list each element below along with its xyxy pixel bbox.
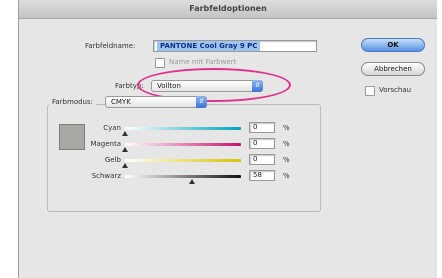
cyan-value-input[interactable]: 0 [249,122,275,133]
magenta-percent-unit: % [283,140,290,148]
black-percent-unit: % [283,172,290,180]
swatch-name-input[interactable]: PANTONE Cool Gray 9 PC [153,40,317,52]
color-mode-value: CMYK [111,98,131,106]
cyan-percent-unit: % [283,124,290,132]
magenta-slider-track[interactable] [125,143,241,146]
color-mode-label: Farbmodus: [49,98,96,106]
preview-checkbox[interactable] [365,86,375,96]
magenta-value-input[interactable]: 0 [249,138,275,149]
cyan-slider-knob[interactable] [122,131,128,136]
black-value-input[interactable]: 58 [249,170,275,181]
color-mode-group [47,104,321,212]
yellow-slider-knob[interactable] [122,163,128,168]
dialog-title: Farbfeldoptionen [189,4,267,13]
swatch-options-dialog: Farbfeldoptionen Farbfeldname: PANTONE C… [18,0,437,278]
magenta-label: Magenta [90,140,121,148]
preview-label: Vorschau [379,86,412,94]
yellow-label: Gelb [104,156,121,164]
cyan-label: Cyan [103,124,121,132]
magenta-slider-knob[interactable] [122,147,128,152]
chevron-updown-icon: ⇵ [196,96,207,108]
title-bar[interactable]: Farbfeldoptionen [19,0,437,19]
black-slider-knob[interactable] [189,179,196,184]
color-mode-dropdown[interactable]: CMYK ⇵ [105,96,207,108]
yellow-percent-unit: % [283,156,290,164]
name-with-value-label: Name mit Farbwert [169,58,237,66]
swatch-name-label: Farbfeldname: [85,42,136,50]
cyan-slider-track[interactable] [125,127,241,130]
color-swatch-preview [59,124,85,150]
ok-button[interactable]: OK [361,38,425,52]
yellow-slider-track[interactable] [125,159,241,162]
swatch-name-value: PANTONE Cool Gray 9 PC [157,41,261,51]
black-label: Schwarz [91,172,121,180]
yellow-value-input[interactable]: 0 [249,154,275,165]
cancel-button[interactable]: Abbrechen [361,62,425,76]
black-slider-track[interactable] [125,175,241,178]
name-with-value-checkbox[interactable] [155,58,165,68]
